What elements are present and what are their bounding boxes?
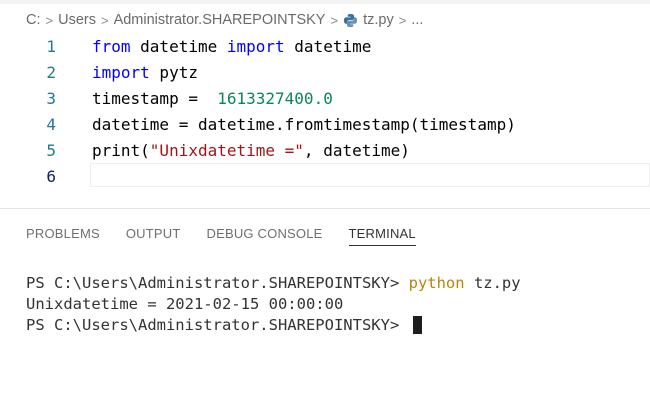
code-token: print( xyxy=(92,140,150,160)
code-token: 1613327400.0 xyxy=(217,88,333,108)
code-text: timestamp = 1613327400.0 xyxy=(92,89,333,108)
terminal-prompt: PS C:\Users\Administrator.SHAREPOINTSKY> xyxy=(26,315,409,334)
panel-divider xyxy=(0,208,650,209)
code-line[interactable]: 5 print("Unixdatetime =", datetime) xyxy=(0,137,650,163)
chevron-right-icon: > xyxy=(100,12,109,28)
terminal-line: PS C:\Users\Administrator.SHAREPOINTSKY>… xyxy=(26,272,521,293)
python-file-icon xyxy=(343,13,358,28)
breadcrumb-more[interactable]: ... xyxy=(411,12,423,28)
terminal-prompt: PS C:\Users\Administrator.SHAREPOINTSKY> xyxy=(26,273,409,292)
panel-tabs: PROBLEMS OUTPUT DEBUG CONSOLE TERMINAL xyxy=(26,226,416,246)
code-text: from datetime import datetime xyxy=(92,37,371,56)
tab-debug-console[interactable]: DEBUG CONSOLE xyxy=(207,226,323,246)
title-bar-strip xyxy=(0,0,650,4)
terminal-cursor xyxy=(412,315,422,334)
code-line[interactable]: 4 datetime = datetime.fromtimestamp(times… xyxy=(0,111,650,137)
code-token: datetime xyxy=(130,36,227,56)
code-token: import xyxy=(92,62,150,82)
line-number: 6 xyxy=(46,166,56,186)
code-token: import xyxy=(226,36,285,56)
code-line[interactable]: 1 from datetime import datetime xyxy=(0,33,650,59)
breadcrumb: C: > Users > Administrator.SHAREPOINTSKY… xyxy=(26,8,423,32)
code-token: "Unixdatetime =" xyxy=(149,140,304,160)
tab-problems[interactable]: PROBLEMS xyxy=(26,226,100,246)
line-number: 2 xyxy=(46,62,56,82)
tab-terminal[interactable]: TERMINAL xyxy=(348,226,416,246)
terminal-command: python xyxy=(408,273,465,292)
terminal-line: PS C:\Users\Administrator.SHAREPOINTSKY> xyxy=(26,314,521,335)
line-number: 5 xyxy=(46,140,56,160)
code-token: from xyxy=(92,36,131,56)
breadcrumb-users[interactable]: Users xyxy=(58,12,96,28)
chevron-right-icon: > xyxy=(45,12,54,28)
line-number: 1 xyxy=(46,36,56,56)
code-text: datetime = datetime.fromtimestamp(timest… xyxy=(92,115,516,134)
code-token: datetime xyxy=(284,36,372,56)
code-text: import pytz xyxy=(92,63,198,82)
code-token: datetime = datetime.fromtimestamp(timest… xyxy=(92,114,516,134)
terminal-output[interactable]: PS C:\Users\Administrator.SHAREPOINTSKY>… xyxy=(26,272,521,335)
code-line[interactable]: 2 import pytz xyxy=(0,59,650,85)
chevron-right-icon: > xyxy=(398,12,407,28)
code-token: pytz xyxy=(149,62,198,82)
code-text: print("Unixdatetime =", datetime) xyxy=(92,141,410,160)
terminal-args: tz.py xyxy=(464,273,521,292)
code-token: timestamp = xyxy=(92,88,218,108)
line-number: 3 xyxy=(46,88,56,108)
terminal-line: Unixdatetime = 2021-02-15 00:00:00 xyxy=(26,293,521,314)
code-line[interactable]: 3 timestamp = 1613327400.0 xyxy=(0,85,650,111)
breadcrumb-file[interactable]: tz.py xyxy=(363,12,394,28)
terminal-output-text: Unixdatetime = 2021-02-15 00:00:00 xyxy=(26,294,344,313)
breadcrumb-user-folder[interactable]: Administrator.SHAREPOINTSKY xyxy=(114,12,326,28)
chevron-right-icon: > xyxy=(330,12,339,28)
code-token: , datetime) xyxy=(303,140,410,160)
breadcrumb-drive[interactable]: C: xyxy=(26,12,41,28)
current-line-highlight xyxy=(90,163,650,187)
tab-output[interactable]: OUTPUT xyxy=(126,226,181,246)
line-number: 4 xyxy=(46,114,56,134)
